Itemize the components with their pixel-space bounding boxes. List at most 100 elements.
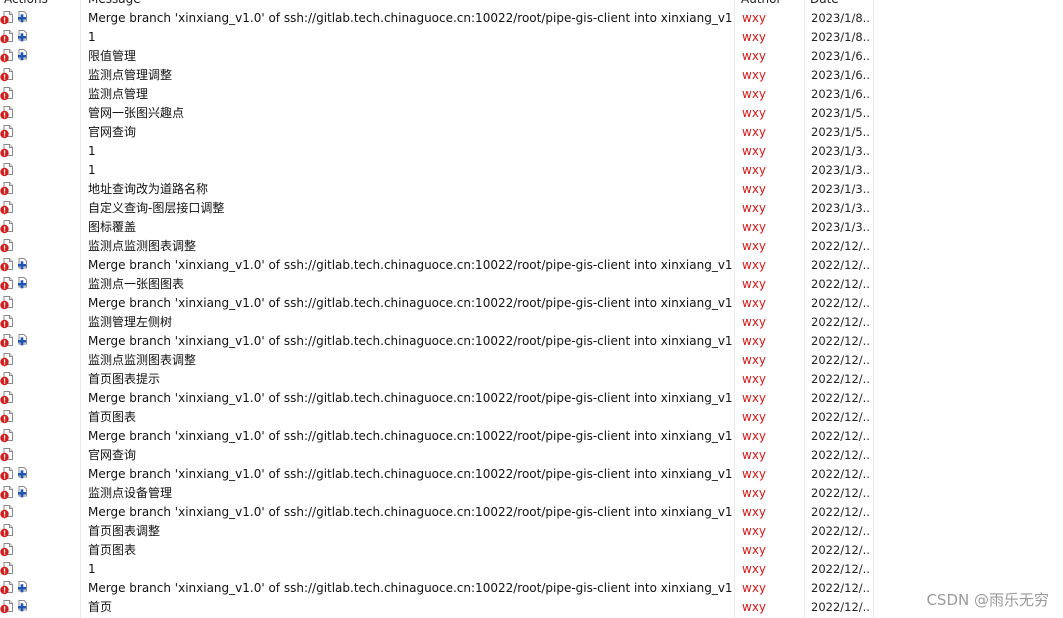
column-header-actions[interactable]: Actions (4, 0, 78, 8)
commit-row[interactable]: 限值管理 wxy 2023/1/6... (0, 47, 873, 66)
modified-file-icon (0, 11, 13, 25)
modified-file-icon (0, 391, 13, 405)
commit-row[interactable]: 1 wxy 2023/1/8... (0, 28, 873, 47)
commit-date: 2023/1/6... (811, 68, 871, 82)
commit-row[interactable]: Merge branch 'xinxiang_v1.0' of ssh://gi… (0, 427, 873, 446)
commit-message: 首页图表 (88, 543, 137, 557)
watermark: CSDN @雨乐无穷 (926, 591, 1049, 609)
commit-author: wxy (742, 581, 767, 595)
actions-cell (0, 446, 78, 465)
commit-row[interactable]: 首页图表提示 wxy 2022/12/... (0, 370, 873, 389)
modified-file-icon (0, 524, 13, 538)
column-header-message[interactable]: Message (88, 0, 728, 8)
commit-author: wxy (742, 68, 767, 82)
commit-date: 2022/12/... (811, 410, 871, 424)
commit-message: 1 (88, 562, 96, 576)
commit-row[interactable]: 监测点管理 wxy 2023/1/6... (0, 85, 873, 104)
commit-row[interactable]: 1 wxy 2022/12/... (0, 560, 873, 579)
commit-row[interactable]: Merge branch 'xinxiang_v1.0' of ssh://gi… (0, 465, 873, 484)
commit-row[interactable]: 监测点监测图表调整 wxy 2022/12/... (0, 237, 873, 256)
commit-row[interactable]: Merge branch 'xinxiang_v1.0' of ssh://gi… (0, 332, 873, 351)
modified-file-icon (0, 163, 13, 177)
commit-author: wxy (742, 220, 767, 234)
commit-date: 2022/12/... (811, 296, 871, 310)
actions-cell (0, 465, 78, 484)
commit-row[interactable]: 监测点管理调整 wxy 2023/1/6... (0, 66, 873, 85)
commit-row[interactable]: 1 wxy 2023/1/3... (0, 142, 873, 161)
commit-row[interactable]: 1 wxy 2023/1/3... (0, 161, 873, 180)
column-header-date[interactable]: Date (810, 0, 870, 8)
modified-file-icon (0, 68, 13, 82)
commit-row[interactable]: 监测点一张图图表 wxy 2022/12/... (0, 275, 873, 294)
commit-date: 2022/12/... (811, 505, 871, 519)
actions-cell (0, 332, 78, 351)
commit-message: Merge branch 'xinxiang_v1.0' of ssh://gi… (88, 467, 732, 481)
commit-date: 2023/1/8... (811, 30, 871, 44)
commit-message: Merge branch 'xinxiang_v1.0' of ssh://gi… (88, 334, 732, 348)
column-header-author[interactable]: Author (741, 0, 801, 8)
commit-message: Merge branch 'xinxiang_v1.0' of ssh://gi… (88, 296, 732, 310)
commit-log-list: Actions Message Author Date Merge branch… (0, 0, 1063, 618)
modified-file-icon (0, 220, 13, 234)
commit-row[interactable]: 监测管理左侧树 wxy 2022/12/... (0, 313, 873, 332)
commit-message: 1 (88, 30, 96, 44)
commit-row[interactable]: 首页图表 wxy 2022/12/... (0, 541, 873, 560)
commit-author: wxy (742, 486, 767, 500)
commit-row[interactable]: 监测点设备管理 wxy 2022/12/... (0, 484, 873, 503)
commit-author: wxy (742, 49, 767, 63)
actions-cell (0, 598, 78, 617)
actions-cell (0, 294, 78, 313)
commit-row[interactable]: 图标覆盖 wxy 2023/1/3... (0, 218, 873, 237)
commit-date: 2023/1/3... (811, 144, 871, 158)
commit-row[interactable]: Merge branch 'xinxiang_v1.0' of ssh://gi… (0, 256, 873, 275)
column-divider (873, 0, 874, 618)
actions-cell (0, 199, 78, 218)
modified-file-icon (0, 87, 13, 101)
commit-row[interactable]: 首页图表调整 wxy 2022/12/... (0, 522, 873, 541)
commit-author: wxy (742, 258, 767, 272)
merge-plus-icon (18, 486, 27, 498)
commit-message: 监测管理左侧树 (88, 315, 173, 329)
actions-cell (0, 503, 78, 522)
commit-row[interactable]: Merge branch 'xinxiang_v1.0' of ssh://gi… (0, 503, 873, 522)
modified-file-icon (0, 258, 13, 272)
actions-cell (0, 427, 78, 446)
commit-author: wxy (742, 201, 767, 215)
modified-file-icon (0, 144, 13, 158)
actions-cell (0, 218, 78, 237)
actions-cell (0, 408, 78, 427)
commit-row[interactable]: 首页 wxy 2022/12/... (0, 598, 873, 617)
commit-message: 监测点监测图表调整 (88, 239, 197, 253)
commit-date: 2022/12/... (811, 448, 871, 462)
modified-file-icon (0, 106, 13, 120)
commit-author: wxy (742, 296, 767, 310)
actions-cell (0, 484, 78, 503)
commit-row[interactable]: Merge branch 'xinxiang_v1.0' of ssh://gi… (0, 9, 873, 28)
commit-author: wxy (742, 277, 767, 291)
commit-message: Merge branch 'xinxiang_v1.0' of ssh://gi… (88, 258, 732, 272)
commit-row[interactable]: 地址查询改为道路名称 wxy 2023/1/3... (0, 180, 873, 199)
commit-row[interactable]: 自定义查询-图层接口调整 wxy 2023/1/3... (0, 199, 873, 218)
commit-author: wxy (742, 600, 767, 614)
commit-author: wxy (742, 524, 767, 538)
commit-row[interactable]: 监测点监测图表调整 wxy 2022/12/... (0, 351, 873, 370)
commit-author: wxy (742, 353, 767, 367)
commit-date: 2022/12/... (811, 486, 871, 500)
commit-row[interactable]: Merge branch 'xinxiang_v1.0' of ssh://gi… (0, 579, 873, 598)
commit-row[interactable]: 首页图表 wxy 2022/12/... (0, 408, 873, 427)
commit-row[interactable]: Merge branch 'xinxiang_v1.0' of ssh://gi… (0, 294, 873, 313)
commit-date: 2022/12/... (811, 239, 871, 253)
actions-cell (0, 579, 78, 598)
merge-plus-icon (18, 30, 27, 42)
commit-row[interactable]: Merge branch 'xinxiang_v1.0' of ssh://gi… (0, 389, 873, 408)
commit-message: 监测点一张图图表 (88, 277, 185, 291)
commit-date: 2022/12/... (811, 315, 871, 329)
commit-row[interactable]: 管网一张图兴趣点 wxy 2023/1/5... (0, 104, 873, 123)
commit-date: 2023/1/6... (811, 87, 871, 101)
actions-cell (0, 351, 78, 370)
modified-file-icon (0, 315, 13, 329)
actions-cell (0, 142, 78, 161)
commit-row[interactable]: 官网查询 wxy 2023/1/5... (0, 123, 873, 142)
actions-cell (0, 180, 78, 199)
commit-row[interactable]: 官网查询 wxy 2022/12/... (0, 446, 873, 465)
